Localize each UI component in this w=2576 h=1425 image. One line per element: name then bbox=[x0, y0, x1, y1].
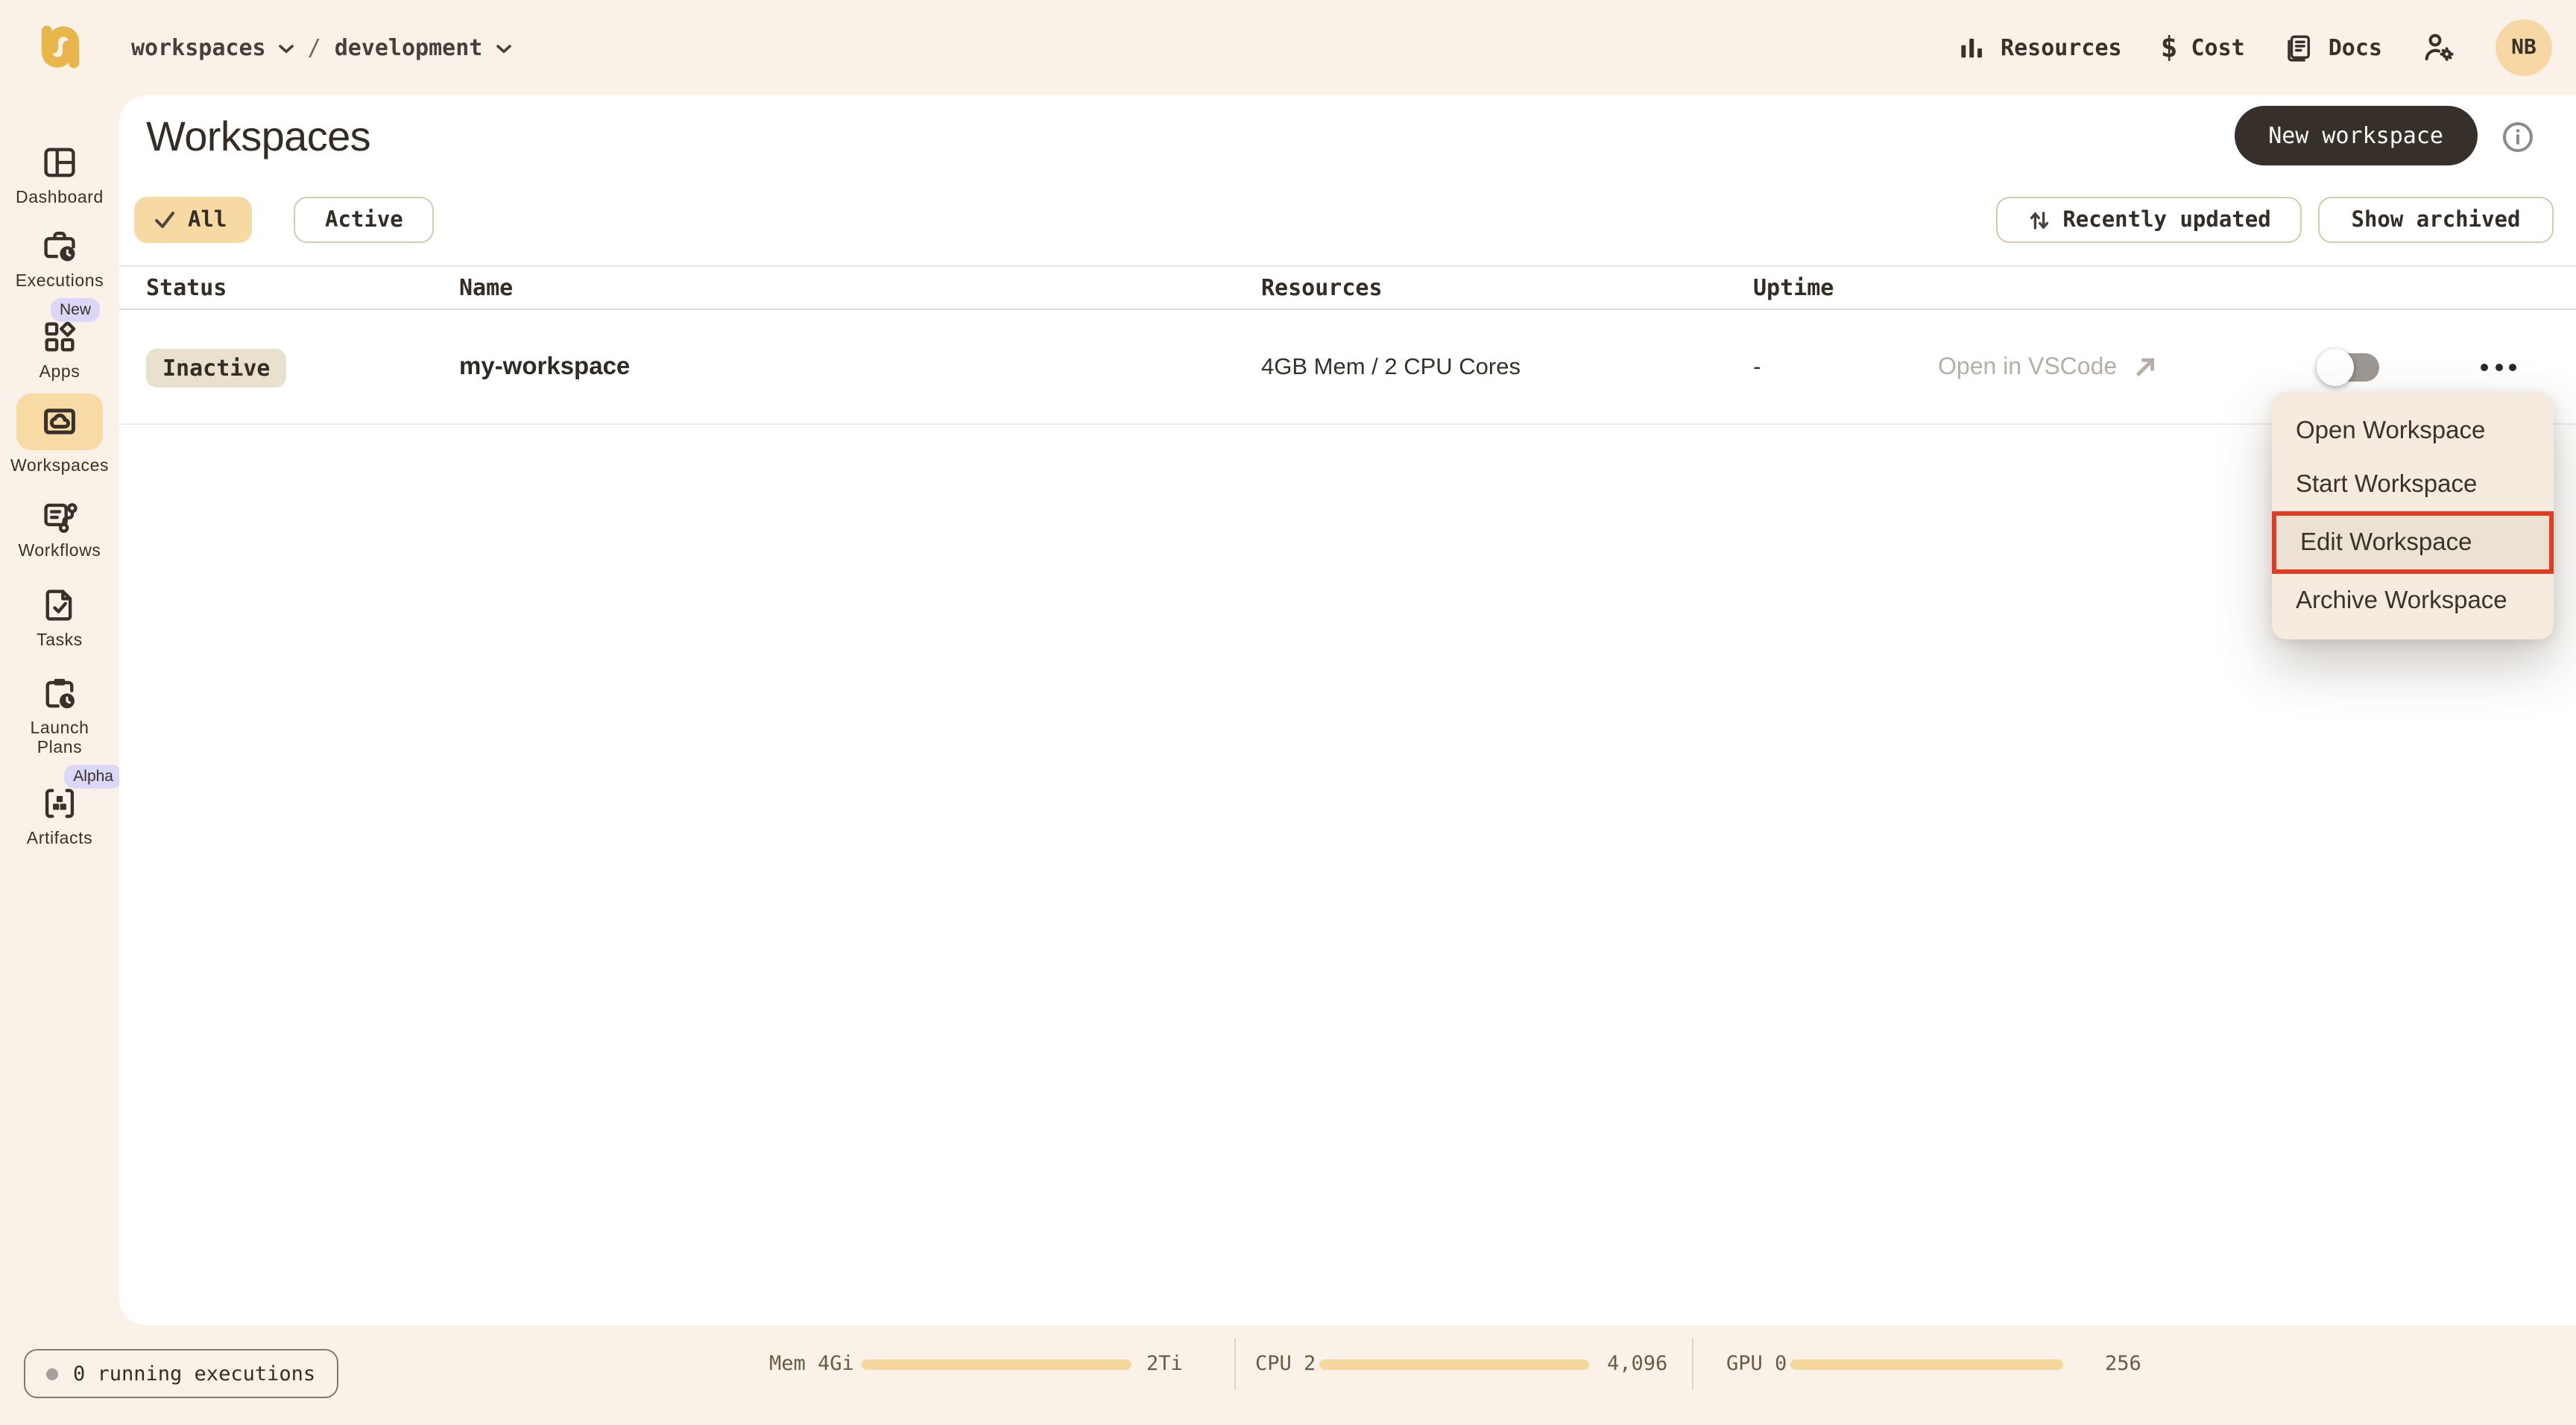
mem-meter-max: 2Ti bbox=[1146, 1352, 1183, 1376]
column-resources: Resources bbox=[1261, 274, 1383, 301]
column-uptime: Uptime bbox=[1753, 274, 1834, 301]
sidebar-label: Workflows bbox=[18, 543, 101, 560]
status-cell: Inactive bbox=[146, 310, 287, 425]
table-row[interactable]: Inactive my-workspace 4GB Mem / 2 CPU Co… bbox=[119, 310, 2576, 425]
info-icon[interactable] bbox=[2501, 121, 2534, 154]
sidebar-item-tasks[interactable]: Tasks bbox=[0, 586, 119, 651]
main-panel: Workspaces New workspace All Active Rece… bbox=[119, 95, 2576, 1325]
workspaces-icon bbox=[44, 408, 75, 435]
menu-item-start-workspace[interactable]: Start Workspace bbox=[2272, 458, 2554, 511]
cpu-meter-label: CPU 2 bbox=[1255, 1352, 1316, 1376]
resources-cell: 4GB Mem / 2 CPU Cores bbox=[1261, 354, 1521, 379]
chevron-down-icon[interactable] bbox=[279, 45, 294, 54]
apps-icon bbox=[45, 320, 76, 352]
sort-arrows-icon bbox=[2030, 211, 2048, 229]
nav-cost-label: Cost bbox=[2191, 34, 2245, 61]
user-settings-icon[interactable] bbox=[2421, 30, 2457, 66]
new-workspace-button[interactable]: New workspace bbox=[2234, 106, 2478, 165]
external-arrow-icon bbox=[2135, 358, 2155, 377]
sidebar-label: Dashboard bbox=[16, 189, 104, 207]
column-status: Status bbox=[146, 274, 227, 301]
sidebar-item-workflows[interactable]: Workflows bbox=[0, 496, 119, 562]
cpu-meter-bar bbox=[1319, 1359, 1589, 1370]
breadcrumb: workspaces / development bbox=[131, 0, 511, 95]
workspace-toggle[interactable] bbox=[2317, 349, 2379, 386]
gpu-meter-max: 256 bbox=[2105, 1352, 2141, 1376]
top-nav: Resources $ Cost Docs NB bbox=[1956, 0, 2552, 95]
sidebar-label: Launch Plans bbox=[30, 720, 89, 758]
gpu-meter-bar bbox=[1790, 1359, 2063, 1370]
new-badge: New bbox=[50, 298, 100, 322]
artifacts-icon bbox=[45, 789, 75, 818]
status-dot-icon bbox=[46, 1368, 58, 1380]
sidebar-item-apps[interactable]: New Apps bbox=[0, 298, 119, 383]
launch-plans-icon bbox=[45, 678, 75, 709]
status-badge: Inactive bbox=[146, 348, 287, 387]
menu-item-archive-workspace[interactable]: Archive Workspace bbox=[2272, 574, 2554, 628]
uptime-cell: - bbox=[1753, 354, 1761, 379]
dashboard-icon bbox=[44, 148, 75, 177]
sidebar-item-dashboard[interactable]: Dashboard bbox=[0, 143, 119, 209]
filter-all-chip[interactable]: All bbox=[134, 197, 253, 243]
breadcrumb-project[interactable]: development bbox=[335, 34, 483, 61]
chevron-down-icon[interactable] bbox=[496, 45, 511, 54]
nav-docs-label: Docs bbox=[2328, 34, 2382, 61]
toggle-knob bbox=[2317, 349, 2354, 386]
avatar-initials: NB bbox=[2511, 36, 2536, 60]
executions-icon bbox=[44, 231, 75, 262]
breadcrumb-separator: / bbox=[307, 34, 321, 61]
dot bbox=[2509, 364, 2516, 371]
docs-icon bbox=[2288, 34, 2310, 61]
nav-resources[interactable]: Resources bbox=[1956, 32, 2122, 63]
status-bar: 0 running executions Mem 4Gi 2Ti CPU 2 4… bbox=[0, 1325, 2576, 1425]
mem-meter-bar bbox=[862, 1359, 1131, 1370]
app-window: workspaces / development Resources $ Cos… bbox=[0, 0, 2576, 1425]
top-bar: workspaces / development Resources $ Cos… bbox=[0, 0, 2576, 95]
dot bbox=[2481, 364, 2488, 371]
sidebar-item-workspaces[interactable]: Workspaces bbox=[0, 394, 119, 477]
check-icon bbox=[155, 212, 174, 228]
sidebar-label: Executions bbox=[15, 273, 104, 291]
cpu-meter-max: 4,096 bbox=[1607, 1352, 1668, 1376]
union-logo-icon[interactable] bbox=[36, 22, 85, 72]
menu-item-edit-workspace[interactable]: Edit Workspace bbox=[2272, 511, 2554, 574]
show-archived-button[interactable]: Show archived bbox=[2318, 197, 2554, 243]
gpu-meter-label: GPU 0 bbox=[1726, 1352, 1787, 1376]
sidebar-item-artifacts[interactable]: Alpha Artifacts bbox=[0, 765, 122, 850]
bar-chart-icon bbox=[1961, 37, 1983, 57]
running-executions-pill[interactable]: 0 running executions bbox=[24, 1349, 338, 1398]
sort-recently-updated-button[interactable]: Recently updated bbox=[1996, 197, 2302, 243]
workflows-icon bbox=[44, 503, 78, 533]
sidebar-label: Artifacts bbox=[26, 830, 93, 848]
nav-cost[interactable]: $ Cost bbox=[2161, 31, 2245, 64]
dollar-icon: $ bbox=[2160, 31, 2178, 64]
tasks-icon bbox=[45, 590, 72, 621]
active-item-highlight bbox=[16, 394, 103, 450]
table-header: Status Name Resources Uptime bbox=[119, 265, 2576, 310]
user-avatar[interactable]: NB bbox=[2496, 19, 2552, 76]
meter-divider bbox=[1692, 1339, 1693, 1389]
nav-resources-label: Resources bbox=[2001, 34, 2122, 61]
sidebar-label: Tasks bbox=[37, 632, 83, 650]
alpha-badge: Alpha bbox=[64, 765, 122, 789]
page-title: Workspaces bbox=[146, 113, 371, 159]
column-name: Name bbox=[459, 274, 514, 301]
filter-active-chip[interactable]: Active bbox=[294, 197, 435, 243]
sidebar-item-executions[interactable]: Executions bbox=[0, 227, 119, 292]
workspace-name: my-workspace bbox=[459, 353, 631, 380]
open-in-vscode-link[interactable]: Open in VSCode bbox=[1938, 310, 2157, 425]
workspace-context-menu: Open Workspace Start Workspace Edit Work… bbox=[2272, 392, 2554, 639]
nav-docs[interactable]: Docs bbox=[2284, 32, 2382, 63]
sidebar-item-launch-plans[interactable]: Launch Plans bbox=[0, 674, 119, 759]
menu-item-open-workspace[interactable]: Open Workspace bbox=[2272, 404, 2554, 458]
sidebar: Dashboard Executions New Apps Workspaces… bbox=[0, 95, 122, 1325]
meter-divider bbox=[1234, 1339, 1236, 1389]
mem-meter-label: Mem 4Gi bbox=[769, 1352, 854, 1376]
sidebar-label: Workspaces bbox=[10, 458, 110, 475]
sidebar-label: Apps bbox=[39, 364, 80, 382]
breadcrumb-workspaces[interactable]: workspaces bbox=[131, 34, 266, 61]
dot bbox=[2495, 364, 2502, 371]
